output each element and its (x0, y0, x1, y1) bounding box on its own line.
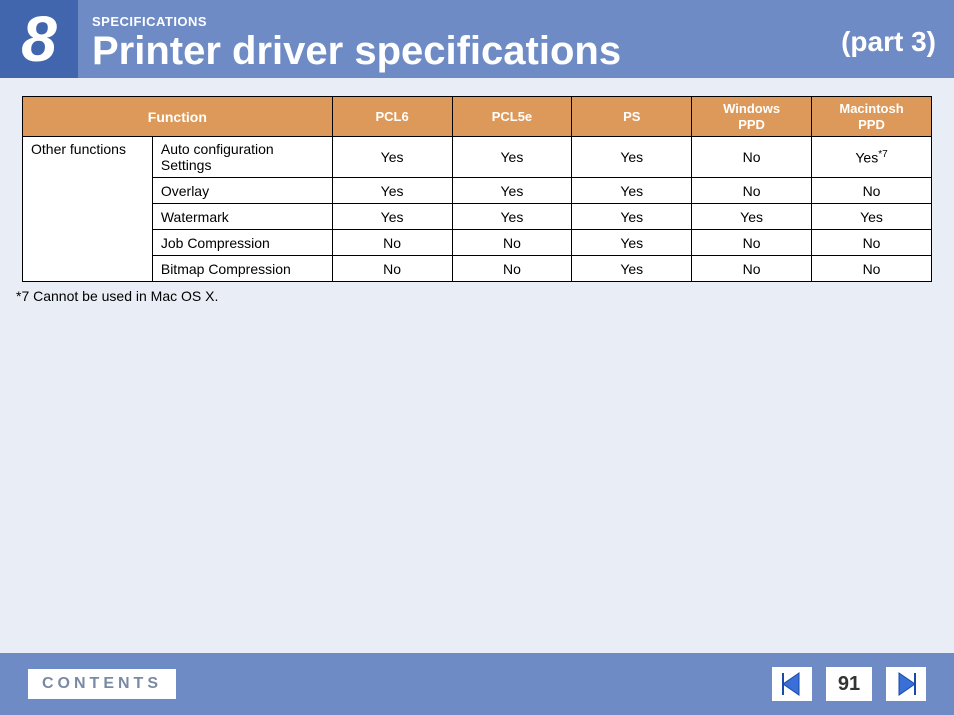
value-cell: Yes (572, 204, 692, 230)
part-label: (part 3) (841, 26, 936, 58)
content-area: Function PCL6 PCL5e PS WindowsPPD Macint… (0, 78, 954, 304)
value-cell: No (812, 178, 932, 204)
page-number: 91 (826, 667, 872, 701)
value-cell: Yes (332, 137, 452, 178)
chapter-number: 8 (0, 0, 78, 78)
value-cell: No (452, 256, 572, 282)
category-cell: Other functions (23, 137, 153, 282)
value-cell: No (812, 256, 932, 282)
arrow-left-icon (779, 671, 805, 697)
value-cell: Yes (812, 204, 932, 230)
next-page-button[interactable] (886, 667, 926, 701)
section-label: SPECIFICATIONS (92, 14, 954, 29)
table-row: Other functions Auto configuration Setti… (23, 137, 932, 178)
value-cell: Yes (452, 204, 572, 230)
table-row: Watermark Yes Yes Yes Yes Yes (23, 204, 932, 230)
th-pcl6: PCL6 (332, 97, 452, 137)
th-function: Function (23, 97, 333, 137)
footer-nav: 91 (772, 667, 926, 701)
value-cell: No (812, 230, 932, 256)
value-cell: No (692, 137, 812, 178)
th-windows-ppd: WindowsPPD (692, 97, 812, 137)
page-title: Printer driver specifications (92, 31, 954, 71)
spec-table: Function PCL6 PCL5e PS WindowsPPD Macint… (22, 96, 932, 282)
header-text-block: SPECIFICATIONS Printer driver specificat… (78, 0, 954, 78)
page-header: 8 SPECIFICATIONS Printer driver specific… (0, 0, 954, 78)
th-pcl5e: PCL5e (452, 97, 572, 137)
value-cell: Yes (692, 204, 812, 230)
arrow-right-icon (893, 671, 919, 697)
table-row: Overlay Yes Yes Yes No No (23, 178, 932, 204)
sub-cell: Watermark (152, 204, 332, 230)
table-row: Bitmap Compression No No Yes No No (23, 256, 932, 282)
value-cell: Yes (452, 137, 572, 178)
footnote: *7 Cannot be used in Mac OS X. (16, 288, 932, 304)
prev-page-button[interactable] (772, 667, 812, 701)
value-cell: Yes (572, 137, 692, 178)
value-cell: Yes*7 (812, 137, 932, 178)
value-cell: Yes (332, 204, 452, 230)
value-cell: No (692, 256, 812, 282)
value-cell: No (452, 230, 572, 256)
value-cell: No (332, 230, 452, 256)
th-ps: PS (572, 97, 692, 137)
value-cell: Yes (332, 178, 452, 204)
value-cell: Yes (572, 230, 692, 256)
value-cell: Yes (452, 178, 572, 204)
value-cell: Yes (572, 178, 692, 204)
th-mac-ppd: MacintoshPPD (812, 97, 932, 137)
table-row: Job Compression No No Yes No No (23, 230, 932, 256)
value-cell: No (332, 256, 452, 282)
sub-cell: Bitmap Compression (152, 256, 332, 282)
contents-button[interactable]: CONTENTS (28, 669, 176, 699)
sub-cell: Auto configuration Settings (152, 137, 332, 178)
page-footer: CONTENTS 91 (0, 653, 954, 715)
value-cell: No (692, 178, 812, 204)
sub-cell: Job Compression (152, 230, 332, 256)
value-cell: Yes (572, 256, 692, 282)
sub-cell: Overlay (152, 178, 332, 204)
value-cell: No (692, 230, 812, 256)
